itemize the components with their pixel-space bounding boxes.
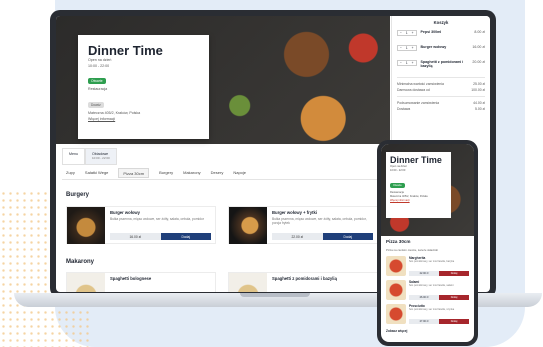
cart-item-price: 16.00 zł bbox=[472, 45, 485, 49]
dish-description: Sos pomidorowy, ser mozzarella, szynka bbox=[409, 308, 455, 311]
summary-label: Darmowa dostawa od bbox=[397, 88, 430, 92]
cart-item-price: 20.00 zł bbox=[472, 60, 485, 64]
dish-price: 27.00 zł bbox=[409, 319, 439, 324]
cart-subtotal: Podsumowanie zamówienia 44.00 zł bbox=[397, 101, 485, 105]
delivery-badge: Dowóz bbox=[88, 101, 104, 108]
cart-item-name: Spaghetti z pomidorami i bazylią bbox=[420, 60, 464, 68]
cart-item-name: Pepsi 300ml bbox=[420, 30, 442, 34]
add-button[interactable]: Dodaj bbox=[439, 319, 469, 324]
cart-item-name: Burger wołowy bbox=[420, 45, 447, 49]
phone-more-info-link[interactable]: Więcej informacji bbox=[390, 199, 447, 202]
cart-title: Koszyk bbox=[433, 20, 449, 25]
dish-card[interactable]: Burger wołowy + frytki Bułka pszenna, mi… bbox=[228, 206, 378, 244]
phone-section-info: Pizza na cienkim cieście, świeże składni… bbox=[386, 248, 438, 252]
delivery-label: Dostawa bbox=[397, 107, 411, 111]
section-title: Makarony bbox=[66, 259, 95, 265]
tab-sublabel: 10:00 - 22:00 bbox=[92, 155, 110, 160]
dish-card[interactable]: Spaghetti z pomidorami i bazylią bbox=[228, 272, 378, 292]
category-burgery[interactable]: Burgery bbox=[159, 168, 173, 179]
cart-item: −1 + Burger wołowy 16.00 zł bbox=[397, 45, 485, 51]
dish-price: 22.00 zł bbox=[272, 233, 323, 240]
dish-price: 22.00 zł bbox=[409, 271, 439, 276]
quantity-stepper[interactable]: −1 + bbox=[397, 60, 417, 66]
open-badge: Otwarte bbox=[88, 78, 106, 85]
restaurant-hours: 10:00 - 22:00 bbox=[88, 63, 110, 68]
dish-description: Bułka pszenna, mięso wołowe, ser żółty, … bbox=[272, 217, 367, 226]
cart-item-price: 8.00 zł bbox=[474, 30, 485, 34]
phone-restaurant-card: Dinner Time Open na dzień 10:00 - 22:00 … bbox=[386, 152, 451, 218]
category-salatki[interactable]: Sałatki Wege bbox=[85, 168, 109, 179]
tab-menu[interactable]: Menu bbox=[62, 148, 85, 165]
cart-summary-line: Minimalna wartość zamówienia 25.00 zł bbox=[397, 82, 485, 86]
section-title: Burgery bbox=[66, 192, 90, 198]
tab-label: Menu bbox=[69, 152, 78, 156]
plus-icon[interactable]: + bbox=[410, 31, 416, 35]
add-button[interactable]: Dodaj bbox=[439, 295, 469, 300]
tab-obiadowe[interactable]: Obiadowe 10:00 - 22:00 bbox=[85, 148, 117, 165]
dish-image bbox=[386, 256, 406, 276]
quantity-stepper[interactable]: −1 + bbox=[397, 30, 417, 36]
dish-name: Burger wołowy bbox=[110, 210, 141, 215]
category-nav: Zupy Sałatki Wege Pizza 30cm Burgery Mak… bbox=[62, 168, 384, 180]
summary-label: Minimalna wartość zamówienia bbox=[397, 82, 444, 86]
laptop-notch bbox=[240, 293, 310, 297]
dish-name: Spaghetti z pomidorami i bazylią bbox=[272, 276, 337, 281]
cart-delivery: Dostawa 5.00 zł bbox=[397, 107, 485, 111]
dish-image bbox=[229, 207, 267, 244]
phone-dish-item[interactable]: Margherita Sos pomidorowy, ser mozzarell… bbox=[386, 256, 469, 278]
dish-description: Bułka pszenna, mięso wołowe, ser żółty, … bbox=[110, 217, 204, 221]
dish-image bbox=[229, 273, 267, 292]
category-desery[interactable]: Desery bbox=[211, 168, 224, 179]
category-zupy[interactable]: Zupy bbox=[66, 168, 75, 179]
subtotal-label: Podsumowanie zamówienia bbox=[397, 101, 440, 105]
summary-value: 25.00 zł bbox=[473, 82, 485, 86]
dish-image bbox=[386, 304, 406, 324]
add-button[interactable]: Dodaj bbox=[439, 271, 469, 276]
cart-summary-line: Darmowa dostawa od 100.00 zł bbox=[397, 88, 485, 92]
phone-section-title: Pizza 30cm bbox=[386, 239, 411, 244]
more-info-link[interactable]: Więcej informacji bbox=[88, 117, 199, 121]
cart-item: −1 + Spaghetti z pomidorami i bazylią 20.… bbox=[397, 60, 485, 68]
phone-frame: Dinner Time Open na dzień 10:00 - 22:00 … bbox=[377, 140, 478, 346]
dish-price: 16.00 zł bbox=[110, 233, 161, 240]
restaurant-type: Restauracja bbox=[88, 87, 108, 92]
category-makarony[interactable]: Makarony bbox=[183, 168, 201, 179]
restaurant-card: Dinner Time Open na dzień 10:00 - 22:00 … bbox=[78, 35, 209, 139]
dish-card[interactable]: Spaghetti bolognese bbox=[66, 272, 216, 292]
add-button[interactable]: Dodaj bbox=[322, 233, 373, 240]
delivery-value: 5.00 zł bbox=[475, 107, 485, 111]
plus-icon[interactable]: + bbox=[410, 61, 416, 65]
divider bbox=[397, 77, 485, 78]
cart-item: −1 + Pepsi 300ml 8.00 zł bbox=[397, 30, 485, 36]
dish-description: Sos pomidorowy, ser mozzarella, salami bbox=[409, 284, 454, 287]
dish-description: Sos pomidorowy, ser mozzarella, bazylia bbox=[409, 260, 455, 263]
dish-price: 26.00 zł bbox=[409, 295, 439, 300]
dish-name: Spaghetti bolognese bbox=[110, 276, 152, 281]
phone-restaurant-hours: 10:00 - 22:00 bbox=[390, 169, 406, 173]
subtotal-value: 44.00 zł bbox=[473, 101, 485, 105]
category-napoje[interactable]: Napoje bbox=[233, 168, 246, 179]
phone-open-badge: Otwarte bbox=[390, 183, 405, 189]
dish-image bbox=[386, 280, 406, 300]
menu-tabs: Menu Obiadowe 10:00 - 22:00 bbox=[62, 148, 117, 165]
dish-image bbox=[67, 273, 105, 292]
phone-hero-banner: Dinner Time Open na dzień 10:00 - 22:00 … bbox=[381, 144, 474, 236]
dish-image bbox=[67, 207, 105, 244]
summary-value: 100.00 zł bbox=[471, 88, 485, 92]
phone-dish-item[interactable]: Salami Sos pomidorowy, ser mozzarella, s… bbox=[386, 280, 469, 302]
phone-dish-item[interactable]: Prosciutto Sos pomidorowy, ser mozzarell… bbox=[386, 304, 469, 326]
hero-banner: Dinner Time Open na dzień 10:00 - 22:00 … bbox=[56, 16, 390, 144]
dish-name: Burger wołowy + frytki bbox=[272, 210, 318, 215]
plus-icon[interactable]: + bbox=[410, 46, 416, 50]
add-button[interactable]: Dodaj bbox=[160, 233, 211, 240]
dish-card[interactable]: Burger wołowy Bułka pszenna, mięso wołow… bbox=[66, 206, 216, 244]
category-pizza[interactable]: Pizza 30cm bbox=[118, 168, 150, 178]
phone-see-more[interactable]: Zobacz więcej bbox=[386, 329, 407, 333]
quantity-stepper[interactable]: −1 + bbox=[397, 45, 417, 51]
restaurant-name: Dinner Time bbox=[88, 43, 163, 58]
phone-screen: Dinner Time Open na dzień 10:00 - 22:00 … bbox=[381, 144, 474, 342]
divider bbox=[397, 96, 485, 97]
